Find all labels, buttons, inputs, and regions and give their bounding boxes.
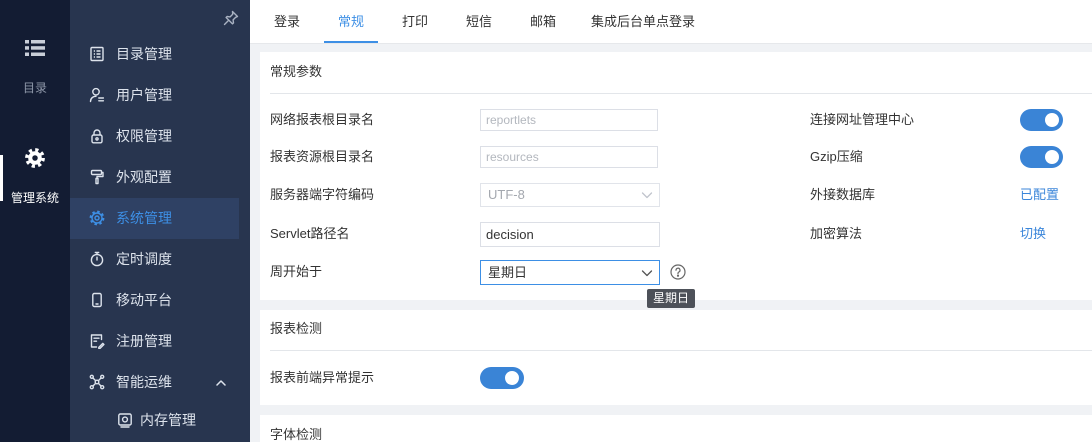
- sidebar-item-label: 权限管理: [116, 128, 172, 144]
- sidebar-item-registration[interactable]: 注册管理: [70, 321, 239, 362]
- report-root-input[interactable]: [480, 109, 658, 131]
- gzip-label: Gzip压缩: [810, 149, 863, 164]
- toggle-knob: [1045, 150, 1059, 164]
- tab-login[interactable]: 登录: [260, 0, 314, 43]
- select-value: 星期日: [488, 265, 528, 280]
- report-root-label: 网络报表根目录名: [270, 112, 375, 127]
- pin-icon[interactable]: [223, 10, 239, 26]
- timer-icon: [89, 251, 105, 267]
- servlet-path-input[interactable]: [480, 222, 660, 247]
- week-start-select[interactable]: 星期日: [480, 260, 660, 285]
- sidebar-item-label: 注册管理: [116, 333, 172, 349]
- servlet-path-label: Servlet路径名: [270, 226, 350, 241]
- memory-icon: [117, 412, 133, 428]
- sidebar: 目录管理 用户管理 权限管理 外观配置 系统管理 定时调度 移动平台 注册管理 …: [70, 0, 250, 442]
- section-title: 字体检测: [270, 427, 323, 442]
- catalog-icon: [89, 46, 105, 62]
- encryption-label: 加密算法: [810, 226, 863, 241]
- module-rail: 目录 管理系统: [0, 0, 70, 442]
- paint-roller-icon: [89, 169, 105, 185]
- network-icon: [89, 374, 105, 390]
- section-title: 报表检测: [270, 321, 323, 336]
- external-db-label: 外接数据库: [810, 187, 876, 202]
- sidebar-item-mobile[interactable]: 移动平台: [70, 280, 239, 321]
- general-settings-card: 常规参数 网络报表根目录名 报表资源根目录名 服务器端字符编码 UTF-8 Se…: [260, 52, 1092, 308]
- sidebar-item-appearance[interactable]: 外观配置: [70, 157, 239, 198]
- sidebar-subitem-memory[interactable]: 内存管理: [70, 400, 239, 440]
- resource-root-label: 报表资源根目录名: [270, 149, 375, 164]
- font-check-card: 字体检测: [260, 415, 1092, 442]
- register-icon: [89, 333, 105, 349]
- tab-general[interactable]: 常规: [324, 0, 378, 43]
- tab-bar: 登录 常规 打印 短信 邮箱 集成后台单点登录: [250, 0, 1092, 44]
- sidebar-item-label: 内存管理: [140, 412, 196, 428]
- divider: [270, 350, 1092, 351]
- rail-item-system[interactable]: 管理系统: [0, 190, 70, 206]
- frontend-alert-toggle[interactable]: [480, 367, 524, 389]
- sidebar-item-label: 定时调度: [116, 251, 172, 267]
- list-icon[interactable]: [25, 40, 45, 56]
- week-start-label: 周开始于: [270, 264, 323, 279]
- toggle-knob: [505, 371, 519, 385]
- sidebar-item-system[interactable]: 系统管理: [70, 198, 239, 239]
- connect-center-toggle[interactable]: [1020, 109, 1063, 131]
- tab-sso[interactable]: 集成后台单点登录: [588, 0, 698, 43]
- chevron-down-icon: [641, 267, 653, 279]
- section-title: 常规参数: [270, 64, 323, 79]
- frontend-alert-label: 报表前端异常提示: [270, 370, 375, 385]
- question-circle-icon[interactable]: [670, 264, 686, 280]
- tab-sms[interactable]: 短信: [452, 0, 506, 43]
- sidebar-item-label: 用户管理: [116, 87, 172, 103]
- mobile-icon: [89, 292, 105, 308]
- chevron-down-icon: [641, 189, 653, 201]
- resource-root-input[interactable]: [480, 146, 658, 168]
- sidebar-item-label: 系统管理: [116, 210, 172, 226]
- sidebar-item-label: 目录管理: [116, 46, 172, 62]
- sidebar-item-scheduler[interactable]: 定时调度: [70, 239, 239, 280]
- encryption-switch-link[interactable]: 切换: [1020, 223, 1046, 245]
- external-db-configured-link[interactable]: 已配置: [1020, 184, 1059, 206]
- divider: [270, 93, 1092, 94]
- sidebar-item-label: 外观配置: [116, 169, 172, 185]
- sidebar-item-label: 智能运维: [116, 374, 172, 390]
- toggle-knob: [1045, 113, 1059, 127]
- week-start-tooltip: 星期日: [647, 289, 695, 308]
- sidebar-item-catalog[interactable]: 目录管理: [70, 34, 239, 75]
- sidebar-item-permissions[interactable]: 权限管理: [70, 116, 239, 157]
- gear-icon: [89, 210, 105, 226]
- select-value: UTF-8: [488, 187, 525, 202]
- user-icon: [89, 87, 105, 103]
- server-encoding-label: 服务器端字符编码: [270, 187, 375, 202]
- sidebar-item-users[interactable]: 用户管理: [70, 75, 239, 116]
- tab-email[interactable]: 邮箱: [516, 0, 570, 43]
- sidebar-item-ops[interactable]: 智能运维: [70, 362, 239, 403]
- gear-icon[interactable]: [24, 147, 46, 169]
- rail-item-catalog[interactable]: 目录: [0, 80, 70, 96]
- lock-icon: [89, 128, 105, 144]
- gzip-toggle[interactable]: [1020, 146, 1063, 168]
- chevron-up-icon[interactable]: [215, 376, 227, 388]
- tab-print[interactable]: 打印: [388, 0, 442, 43]
- server-encoding-select[interactable]: UTF-8: [480, 183, 660, 207]
- sidebar-item-label: 移动平台: [116, 292, 172, 308]
- connect-center-label: 连接网址管理中心: [810, 112, 915, 127]
- report-check-card: 报表检测 报表前端异常提示: [260, 310, 1092, 405]
